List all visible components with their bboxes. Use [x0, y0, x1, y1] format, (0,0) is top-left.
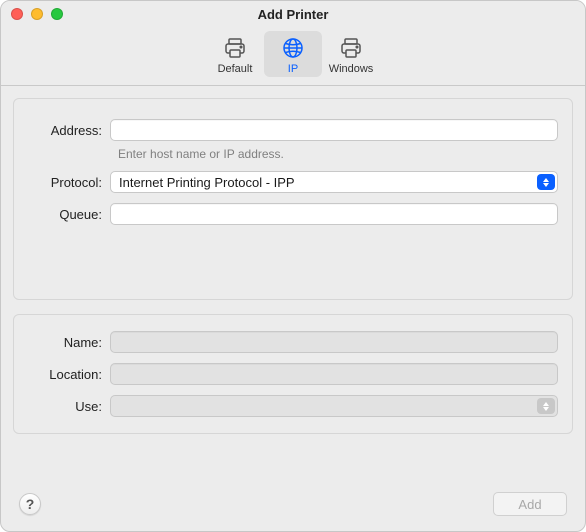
window-title: Add Printer: [1, 7, 585, 22]
protocol-select[interactable]: Internet Printing Protocol - IPP: [110, 171, 558, 193]
tab-windows-label: Windows: [324, 63, 378, 75]
chevron-up-down-icon: [537, 398, 555, 414]
help-button[interactable]: ?: [19, 493, 41, 515]
use-select[interactable]: [110, 395, 558, 417]
add-button[interactable]: Add: [493, 492, 567, 516]
tab-default[interactable]: Default: [206, 31, 264, 77]
protocol-label: Protocol:: [28, 175, 110, 190]
dialog-body: Address: Enter host name or IP address. …: [1, 86, 585, 477]
titlebar: Add Printer: [1, 1, 585, 27]
printer-icon: [208, 35, 262, 61]
details-panel: Name: Location: Use:: [13, 314, 573, 434]
address-hint: Enter host name or IP address.: [118, 147, 558, 161]
tab-default-label: Default: [208, 63, 262, 75]
globe-icon: [266, 35, 320, 61]
name-input[interactable]: [110, 331, 558, 353]
toolbar: Default IP: [1, 27, 585, 85]
close-window-button[interactable]: [11, 8, 23, 20]
add-button-label: Add: [518, 497, 541, 512]
use-label: Use:: [28, 399, 110, 414]
windows-printer-icon: [324, 35, 378, 61]
address-label: Address:: [28, 123, 110, 138]
help-icon: ?: [26, 496, 35, 512]
address-input[interactable]: [110, 119, 558, 141]
minimize-window-button[interactable]: [31, 8, 43, 20]
add-printer-window: Add Printer Default: [0, 0, 586, 532]
queue-input[interactable]: [110, 203, 558, 225]
tab-ip-label: IP: [266, 63, 320, 75]
tab-bar: Default IP: [206, 31, 380, 77]
name-label: Name:: [28, 335, 110, 350]
tab-ip[interactable]: IP: [264, 31, 322, 77]
zoom-window-button[interactable]: [51, 8, 63, 20]
tab-windows[interactable]: Windows: [322, 31, 380, 77]
protocol-value: Internet Printing Protocol - IPP: [119, 175, 295, 190]
connection-panel: Address: Enter host name or IP address. …: [13, 98, 573, 300]
queue-label: Queue:: [28, 207, 110, 222]
chevron-up-down-icon: [537, 174, 555, 190]
location-input[interactable]: [110, 363, 558, 385]
footer: ? Add: [1, 477, 585, 531]
location-label: Location:: [28, 367, 110, 382]
window-controls: [1, 8, 63, 20]
